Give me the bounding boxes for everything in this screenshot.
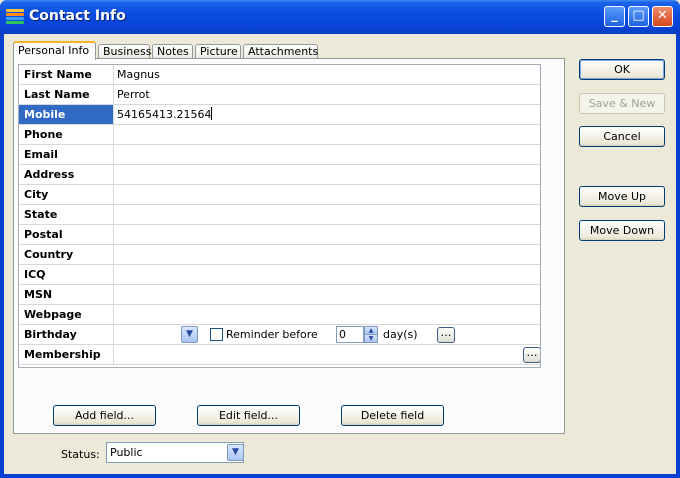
field-label: MSN	[19, 285, 114, 304]
field-row-icq[interactable]: ICQ	[19, 265, 540, 285]
maximize-button[interactable]: □	[628, 6, 649, 27]
field-label: Webpage	[19, 305, 114, 324]
minimize-icon: _	[611, 8, 618, 23]
app-icon	[6, 9, 24, 25]
field-label: Last Name	[19, 85, 114, 104]
mobile-input[interactable]: 54165413.21564	[115, 105, 540, 124]
reminder-days-input[interactable]: 0	[336, 326, 364, 343]
postal-value[interactable]	[115, 225, 540, 244]
msn-value[interactable]	[115, 285, 540, 304]
field-label: Postal	[19, 225, 114, 244]
field-label: Membership	[19, 345, 114, 364]
status-dropdown-button[interactable]: ▼	[227, 444, 244, 461]
field-row-first-name[interactable]: First Name Magnus	[19, 65, 540, 85]
delete-field-button[interactable]: Delete field	[341, 405, 444, 426]
edit-field-button[interactable]: Edit field...	[197, 405, 300, 426]
ok-button[interactable]: OK	[579, 59, 665, 80]
birthday-dropdown-button[interactable]: ▼	[181, 326, 198, 343]
field-row-mobile[interactable]: Mobile 54165413.21564	[19, 105, 540, 125]
move-up-button[interactable]: Move Up	[579, 186, 665, 207]
city-value[interactable]	[115, 185, 540, 204]
field-row-postal[interactable]: Postal	[19, 225, 540, 245]
field-grid: First Name Magnus Last Name Perrot Mobil…	[18, 64, 541, 368]
status-value: Public	[110, 446, 143, 459]
field-row-state[interactable]: State	[19, 205, 540, 225]
arrow-down-icon: ▼	[368, 335, 374, 342]
field-label: Phone	[19, 125, 114, 144]
cancel-button[interactable]: Cancel	[579, 126, 665, 147]
close-button[interactable]: ✕	[652, 6, 673, 27]
field-row-birthday[interactable]: Birthday ▼ Reminder before 0 ▲ ▼ day(s) …	[19, 325, 540, 345]
field-label: Email	[19, 145, 114, 164]
chevron-down-icon: ▼	[186, 329, 193, 339]
text-caret	[211, 107, 213, 120]
title-bar[interactable]: Contact Info _ □ ✕	[0, 0, 680, 34]
field-row-city[interactable]: City	[19, 185, 540, 205]
first-name-value[interactable]: Magnus	[115, 65, 540, 84]
field-row-country[interactable]: Country	[19, 245, 540, 265]
email-value[interactable]	[115, 145, 540, 164]
webpage-value[interactable]	[115, 305, 540, 324]
contact-info-window: Contact Info _ □ ✕ Personal Info Busines…	[0, 0, 680, 478]
maximize-icon: □	[632, 8, 645, 23]
field-row-msn[interactable]: MSN	[19, 285, 540, 305]
mobile-value: 54165413.21564	[117, 108, 212, 121]
membership-value[interactable]: …	[115, 345, 540, 364]
days-label: day(s)	[383, 328, 418, 341]
status-label: Status:	[61, 448, 100, 461]
tab-personal-info[interactable]: Personal Info	[13, 41, 96, 60]
status-select[interactable]: Public ▼	[106, 442, 244, 463]
field-label: State	[19, 205, 114, 224]
country-value[interactable]	[115, 245, 540, 264]
field-label: Address	[19, 165, 114, 184]
icq-value[interactable]	[115, 265, 540, 284]
spin-down-button[interactable]: ▼	[364, 334, 378, 343]
field-row-last-name[interactable]: Last Name Perrot	[19, 85, 540, 105]
reminder-label: Reminder before	[226, 328, 318, 341]
close-icon: ✕	[657, 8, 668, 23]
field-label: ICQ	[19, 265, 114, 284]
birthday-more-button[interactable]: …	[437, 327, 455, 343]
dialog-body: Personal Info Business Notes Picture Att…	[4, 34, 676, 474]
field-row-email[interactable]: Email	[19, 145, 540, 165]
phone-value[interactable]	[115, 125, 540, 144]
add-field-button[interactable]: Add field...	[53, 405, 156, 426]
field-label: City	[19, 185, 114, 204]
state-value[interactable]	[115, 205, 540, 224]
membership-more-button[interactable]: …	[523, 346, 540, 363]
field-label: Birthday	[19, 325, 114, 344]
field-row-membership[interactable]: Membership …	[19, 345, 540, 365]
tab-panel-personal-info: First Name Magnus Last Name Perrot Mobil…	[13, 58, 565, 434]
field-row-address[interactable]: Address	[19, 165, 540, 185]
arrow-up-icon: ▲	[368, 327, 374, 334]
window-title: Contact Info	[29, 8, 126, 24]
ellipsis-icon: …	[440, 326, 452, 339]
field-label: Country	[19, 245, 114, 264]
chevron-down-icon: ▼	[232, 447, 239, 457]
birthday-value[interactable]: ▼ Reminder before 0 ▲ ▼ day(s) …	[115, 325, 540, 344]
ellipsis-icon: …	[526, 346, 538, 359]
field-row-phone[interactable]: Phone	[19, 125, 540, 145]
minimize-button[interactable]: _	[604, 6, 625, 27]
save-new-button[interactable]: Save & New	[579, 93, 665, 114]
reminder-checkbox[interactable]	[210, 328, 223, 341]
move-down-button[interactable]: Move Down	[579, 220, 665, 241]
field-row-webpage[interactable]: Webpage	[19, 305, 540, 325]
address-value[interactable]	[115, 165, 540, 184]
last-name-value[interactable]: Perrot	[115, 85, 540, 104]
field-label: Mobile	[19, 105, 114, 124]
field-label: First Name	[19, 65, 114, 84]
